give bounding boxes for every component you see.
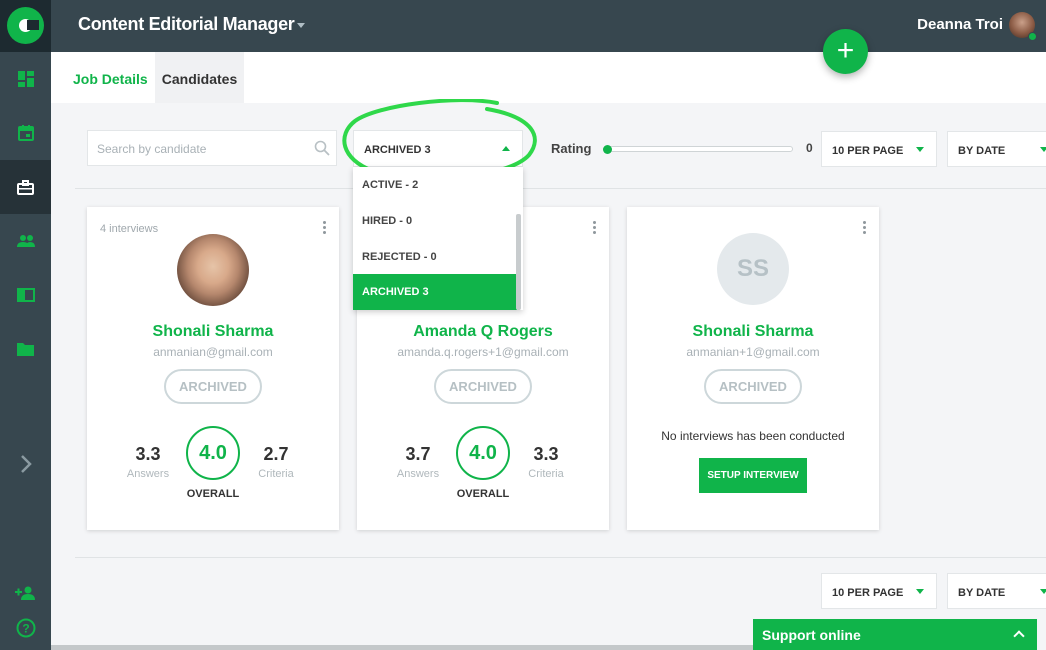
divider xyxy=(75,557,1046,558)
support-label: Support online xyxy=(762,627,861,643)
support-chat-widget[interactable]: Support online xyxy=(753,619,1037,650)
briefcase-icon[interactable] xyxy=(0,160,51,214)
interview-count: 4 interviews xyxy=(100,223,159,235)
online-status-dot xyxy=(1028,32,1037,41)
chevron-up-icon[interactable] xyxy=(1013,630,1025,642)
svg-text:?: ? xyxy=(22,622,29,636)
no-interviews-message: No interviews has been conducted xyxy=(661,429,845,443)
chevron-down-icon[interactable] xyxy=(297,23,305,28)
setup-interview-button[interactable]: SETUP INTERVIEW xyxy=(699,458,807,493)
chevron-down-icon xyxy=(916,589,924,594)
more-options-icon[interactable] xyxy=(593,221,597,236)
rating-label: Rating xyxy=(551,141,592,156)
answers-score: 3.3 xyxy=(135,444,161,464)
status-badge: ARCHIVED xyxy=(164,369,262,404)
status-dropdown: ACTIVE - 2 HIRED - 0 REJECTED - 0 ARCHIV… xyxy=(353,167,523,310)
avatar xyxy=(177,234,249,306)
criteria-label: Criteria xyxy=(258,468,294,480)
status-badge: ARCHIVED xyxy=(434,369,532,404)
candidate-name[interactable]: Amanda Q Rogers xyxy=(357,323,609,341)
rating-slider-handle[interactable] xyxy=(603,145,612,154)
tab-bar: Job Details Candidates xyxy=(51,52,1046,103)
dashboard-icon[interactable] xyxy=(0,52,51,106)
per-page-select-bottom[interactable]: 10 PER PAGE xyxy=(821,573,937,609)
sort-select[interactable]: BY DATE xyxy=(947,131,1046,167)
overall-label: OVERALL xyxy=(456,488,510,500)
status-option-rejected[interactable]: REJECTED - 0 xyxy=(353,239,517,275)
chevron-down-icon xyxy=(916,147,924,152)
sidebar: ? xyxy=(0,0,51,650)
candidate-email: anmanian@gmail.com xyxy=(153,345,273,359)
answers-label: Answers xyxy=(396,468,440,480)
avatar-initials: SS xyxy=(717,233,789,305)
search-placeholder: Search by candidate xyxy=(97,142,207,156)
candidate-name[interactable]: Shonali Sharma xyxy=(87,323,339,341)
sort-select-bottom[interactable]: BY DATE xyxy=(947,573,1046,609)
app-logo[interactable] xyxy=(0,0,51,52)
status-option-hired[interactable]: HIRED - 0 xyxy=(353,203,517,239)
overall-label: OVERALL xyxy=(186,488,240,500)
plus-icon: + xyxy=(836,34,855,67)
chevron-right-icon[interactable] xyxy=(0,437,51,491)
overall-score: 4.0 xyxy=(456,426,510,480)
search-input[interactable]: Search by candidate xyxy=(87,130,337,166)
criteria-score: 2.7 xyxy=(263,444,289,464)
per-page-value: 10 PER PAGE xyxy=(832,145,904,157)
help-icon[interactable]: ? xyxy=(0,601,51,650)
more-options-icon[interactable] xyxy=(323,221,327,236)
candidate-email: anmanian+1@gmail.com xyxy=(686,345,820,359)
tab-job-details[interactable]: Job Details xyxy=(73,52,148,103)
more-options-icon[interactable] xyxy=(863,221,867,236)
candidate-name[interactable]: Shonali Sharma xyxy=(627,323,879,341)
book-icon[interactable] xyxy=(0,268,51,322)
criteria-label: Criteria xyxy=(528,468,564,480)
candidate-card[interactable]: 4 interviews Shonali Sharma anmanian@gma… xyxy=(87,207,339,530)
dropdown-scrollbar[interactable] xyxy=(516,214,521,310)
candidate-card[interactable]: SS Shonali Sharma anmanian+1@gmail.com A… xyxy=(627,207,879,530)
candidate-email: amanda.q.rogers+1@gmail.com xyxy=(397,345,569,359)
per-page-value: 10 PER PAGE xyxy=(832,587,904,599)
rating-value: 0 xyxy=(806,141,813,155)
page-title[interactable]: Content Editorial Manager xyxy=(78,14,295,35)
status-option-active[interactable]: ACTIVE - 2 xyxy=(353,167,517,203)
criteria-score: 3.3 xyxy=(533,444,559,464)
overall-score: 4.0 xyxy=(186,426,240,480)
add-button[interactable]: + xyxy=(823,29,868,74)
answers-label: Answers xyxy=(126,468,170,480)
people-icon[interactable] xyxy=(0,214,51,268)
horizontal-scrollbar[interactable] xyxy=(51,645,753,650)
rating-slider[interactable] xyxy=(607,146,793,152)
answers-score: 3.7 xyxy=(405,444,431,464)
per-page-select[interactable]: 10 PER PAGE xyxy=(821,131,937,167)
tab-candidates[interactable]: Candidates xyxy=(155,52,244,103)
user-name[interactable]: Deanna Troi xyxy=(917,16,1003,33)
divider xyxy=(75,188,1046,189)
sort-value: BY DATE xyxy=(958,587,1006,599)
search-icon[interactable] xyxy=(314,140,330,161)
folder-icon[interactable] xyxy=(0,322,51,376)
chevron-down-icon xyxy=(1040,589,1046,594)
sort-value: BY DATE xyxy=(958,145,1006,157)
chevron-down-icon xyxy=(1040,147,1046,152)
calendar-icon[interactable] xyxy=(0,106,51,160)
status-option-archived[interactable]: ARCHIVED 3 xyxy=(353,274,517,310)
top-bar: Content Editorial Manager Deanna Troi xyxy=(51,0,1046,52)
status-badge: ARCHIVED xyxy=(704,369,802,404)
